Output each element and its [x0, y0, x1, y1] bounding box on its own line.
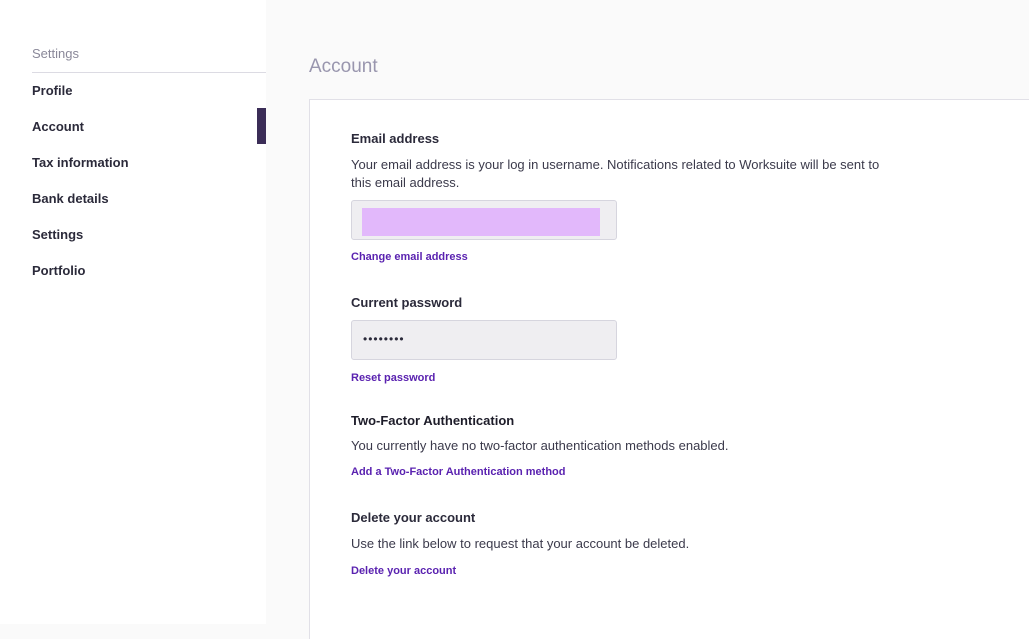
sidebar-item-label: Bank details — [32, 190, 109, 206]
sidebar-item-label: Tax information — [32, 154, 129, 170]
email-field[interactable] — [351, 200, 617, 240]
reset-password-link[interactable]: Reset password — [351, 372, 435, 384]
page-title: Account — [309, 56, 378, 77]
email-redaction — [362, 208, 600, 236]
sidebar-nav: Profile Account Tax information Bank det… — [0, 72, 266, 288]
password-value: •••••••• — [363, 332, 405, 346]
change-email-link[interactable]: Change email address — [351, 251, 468, 263]
sidebar-item-settings[interactable]: Settings — [0, 216, 266, 252]
delete-account-description: Use the link below to request that your … — [351, 536, 690, 551]
active-indicator — [257, 108, 266, 144]
password-label: Current password — [351, 295, 463, 310]
sidebar-heading: Settings — [32, 46, 79, 61]
sidebar-item-profile[interactable]: Profile — [0, 72, 266, 108]
delete-account-link[interactable]: Delete your account — [351, 565, 456, 577]
sidebar-item-tax-information[interactable]: Tax information — [0, 144, 266, 180]
add-two-factor-link[interactable]: Add a Two-Factor Authentication method — [351, 466, 566, 478]
sidebar-item-account[interactable]: Account — [0, 108, 266, 144]
two-factor-label: Two-Factor Authentication — [351, 413, 515, 428]
main-content: Account Email address Your email address… — [266, 0, 1029, 639]
delete-account-label: Delete your account — [351, 510, 476, 525]
two-factor-description: You currently have no two-factor authent… — [351, 438, 729, 453]
sidebar-item-bank-details[interactable]: Bank details — [0, 180, 266, 216]
email-label: Email address — [351, 131, 440, 146]
sidebar-item-label: Profile — [32, 82, 73, 98]
sidebar-item-label: Portfolio — [32, 262, 86, 278]
account-panel: Email address Your email address is your… — [309, 99, 1029, 639]
sidebar: Settings Profile Account Tax information… — [0, 0, 266, 624]
email-description: Your email address is your log in userna… — [351, 157, 880, 190]
sidebar-item-portfolio[interactable]: Portfolio — [0, 252, 266, 288]
sidebar-item-label: Settings — [32, 226, 84, 242]
sidebar-item-label: Account — [32, 118, 84, 134]
password-field[interactable]: •••••••• — [351, 320, 617, 360]
